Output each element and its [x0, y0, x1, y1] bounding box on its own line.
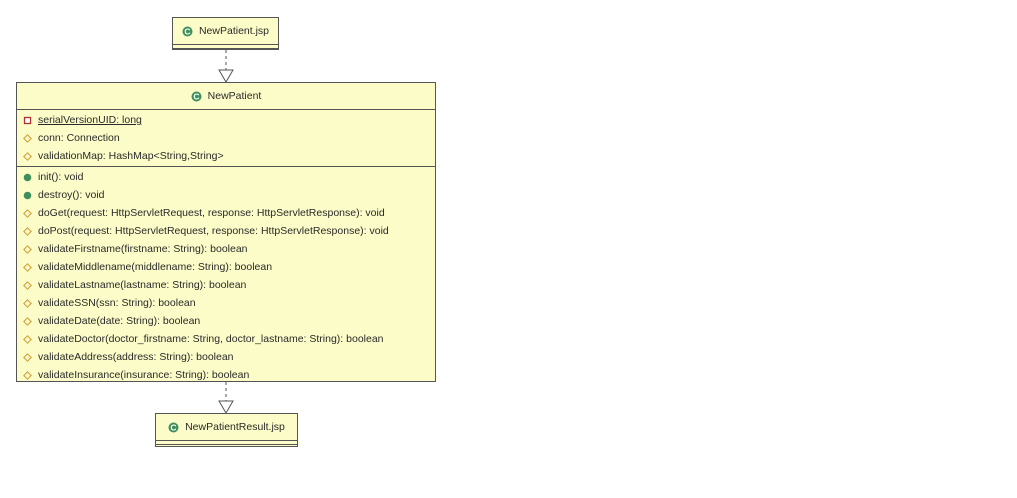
operations-compartment: init(): void destroy(): void doGet(reque… [17, 166, 435, 384]
operation-row: validateMiddlename(middlename: String): … [17, 258, 435, 276]
operation-row: doGet(request: HttpServletRequest, respo… [17, 204, 435, 222]
package-diamond-icon [23, 226, 32, 236]
package-diamond-icon [23, 262, 32, 272]
operation-row: validateLastname(lastname: String): bool… [17, 276, 435, 294]
operation-row: validateFirstname(firstname: String): bo… [17, 240, 435, 258]
class-box-newpatientresult-jsp[interactable]: C NewPatientResult.jsp [155, 413, 298, 447]
operation-row: validateDoctor(doctor_firstname: String,… [17, 330, 435, 348]
operation-row: init(): void [17, 168, 435, 186]
operation-label: doPost(request: HttpServletRequest, resp… [38, 225, 389, 237]
attribute-row: validationMap: HashMap<String,String> [17, 147, 435, 165]
operation-row: validateInsurance(insurance: String): bo… [17, 366, 435, 384]
operation-row: validateAddress(address: String): boolea… [17, 348, 435, 366]
attribute-label: validationMap: HashMap<String,String> [38, 150, 224, 162]
operation-label: validateFirstname(firstname: String): bo… [38, 243, 248, 255]
attribute-label: conn: Connection [38, 132, 120, 144]
package-diamond-icon [23, 244, 32, 254]
class-header: C NewPatientResult.jsp [156, 414, 297, 440]
package-diamond-icon [23, 133, 32, 143]
operations-compartment [156, 444, 297, 445]
class-box-newpatient[interactable]: C NewPatient serialVersionUID: long conn… [16, 82, 436, 382]
package-diamond-icon [23, 352, 32, 362]
class-header: C NewPatient.jsp [173, 18, 278, 44]
attribute-label: serialVersionUID: long [38, 114, 142, 126]
operation-label: validateMiddlename(middlename: String): … [38, 261, 273, 273]
arrow-newpatient-to-result-jsp [218, 382, 234, 414]
class-box-newpatient-jsp[interactable]: C NewPatient.jsp [172, 17, 279, 50]
package-diamond-icon [23, 370, 32, 380]
operation-label: doGet(request: HttpServletRequest, respo… [38, 207, 385, 219]
operation-label: validateInsurance(insurance: String): bo… [38, 369, 250, 381]
class-icon: C [182, 26, 193, 36]
package-diamond-icon [23, 334, 32, 344]
svg-text:C: C [171, 422, 177, 432]
class-name: NewPatient [207, 90, 262, 102]
operation-label: validateLastname(lastname: String): bool… [38, 279, 247, 291]
package-diamond-icon [23, 208, 32, 218]
operation-label: destroy(): void [38, 189, 105, 201]
operation-row: validateDate(date: String): boolean [17, 312, 435, 330]
operation-label: validateDoctor(doctor_firstname: String,… [38, 333, 384, 345]
operation-label: init(): void [38, 171, 84, 183]
class-name: NewPatientResult.jsp [185, 421, 285, 433]
class-icon: C [191, 91, 202, 101]
private-square-icon [23, 116, 32, 124]
package-diamond-icon [23, 280, 32, 290]
class-header: C NewPatient [17, 83, 435, 109]
svg-text:C: C [184, 26, 190, 36]
attribute-row: conn: Connection [17, 129, 435, 147]
package-diamond-icon [23, 316, 32, 326]
operation-row: destroy(): void [17, 186, 435, 204]
operation-row: doPost(request: HttpServletRequest, resp… [17, 222, 435, 240]
package-diamond-icon [23, 298, 32, 308]
class-name: NewPatient.jsp [198, 25, 270, 37]
package-diamond-icon [23, 151, 32, 161]
public-circle-icon [23, 173, 32, 181]
operation-row: validateSSN(ssn: String): boolean [17, 294, 435, 312]
operation-label: validateAddress(address: String): boolea… [38, 351, 234, 363]
attributes-compartment: serialVersionUID: long conn: Connection … [17, 109, 435, 166]
operation-label: validateSSN(ssn: String): boolean [38, 297, 196, 309]
svg-text:C: C [193, 91, 199, 101]
operation-label: validateDate(date: String): boolean [38, 315, 201, 327]
public-circle-icon [23, 191, 32, 199]
attribute-row: serialVersionUID: long [17, 111, 435, 129]
class-icon: C [168, 422, 179, 432]
arrow-jsp-to-newpatient [218, 50, 234, 83]
operations-compartment [173, 48, 278, 49]
